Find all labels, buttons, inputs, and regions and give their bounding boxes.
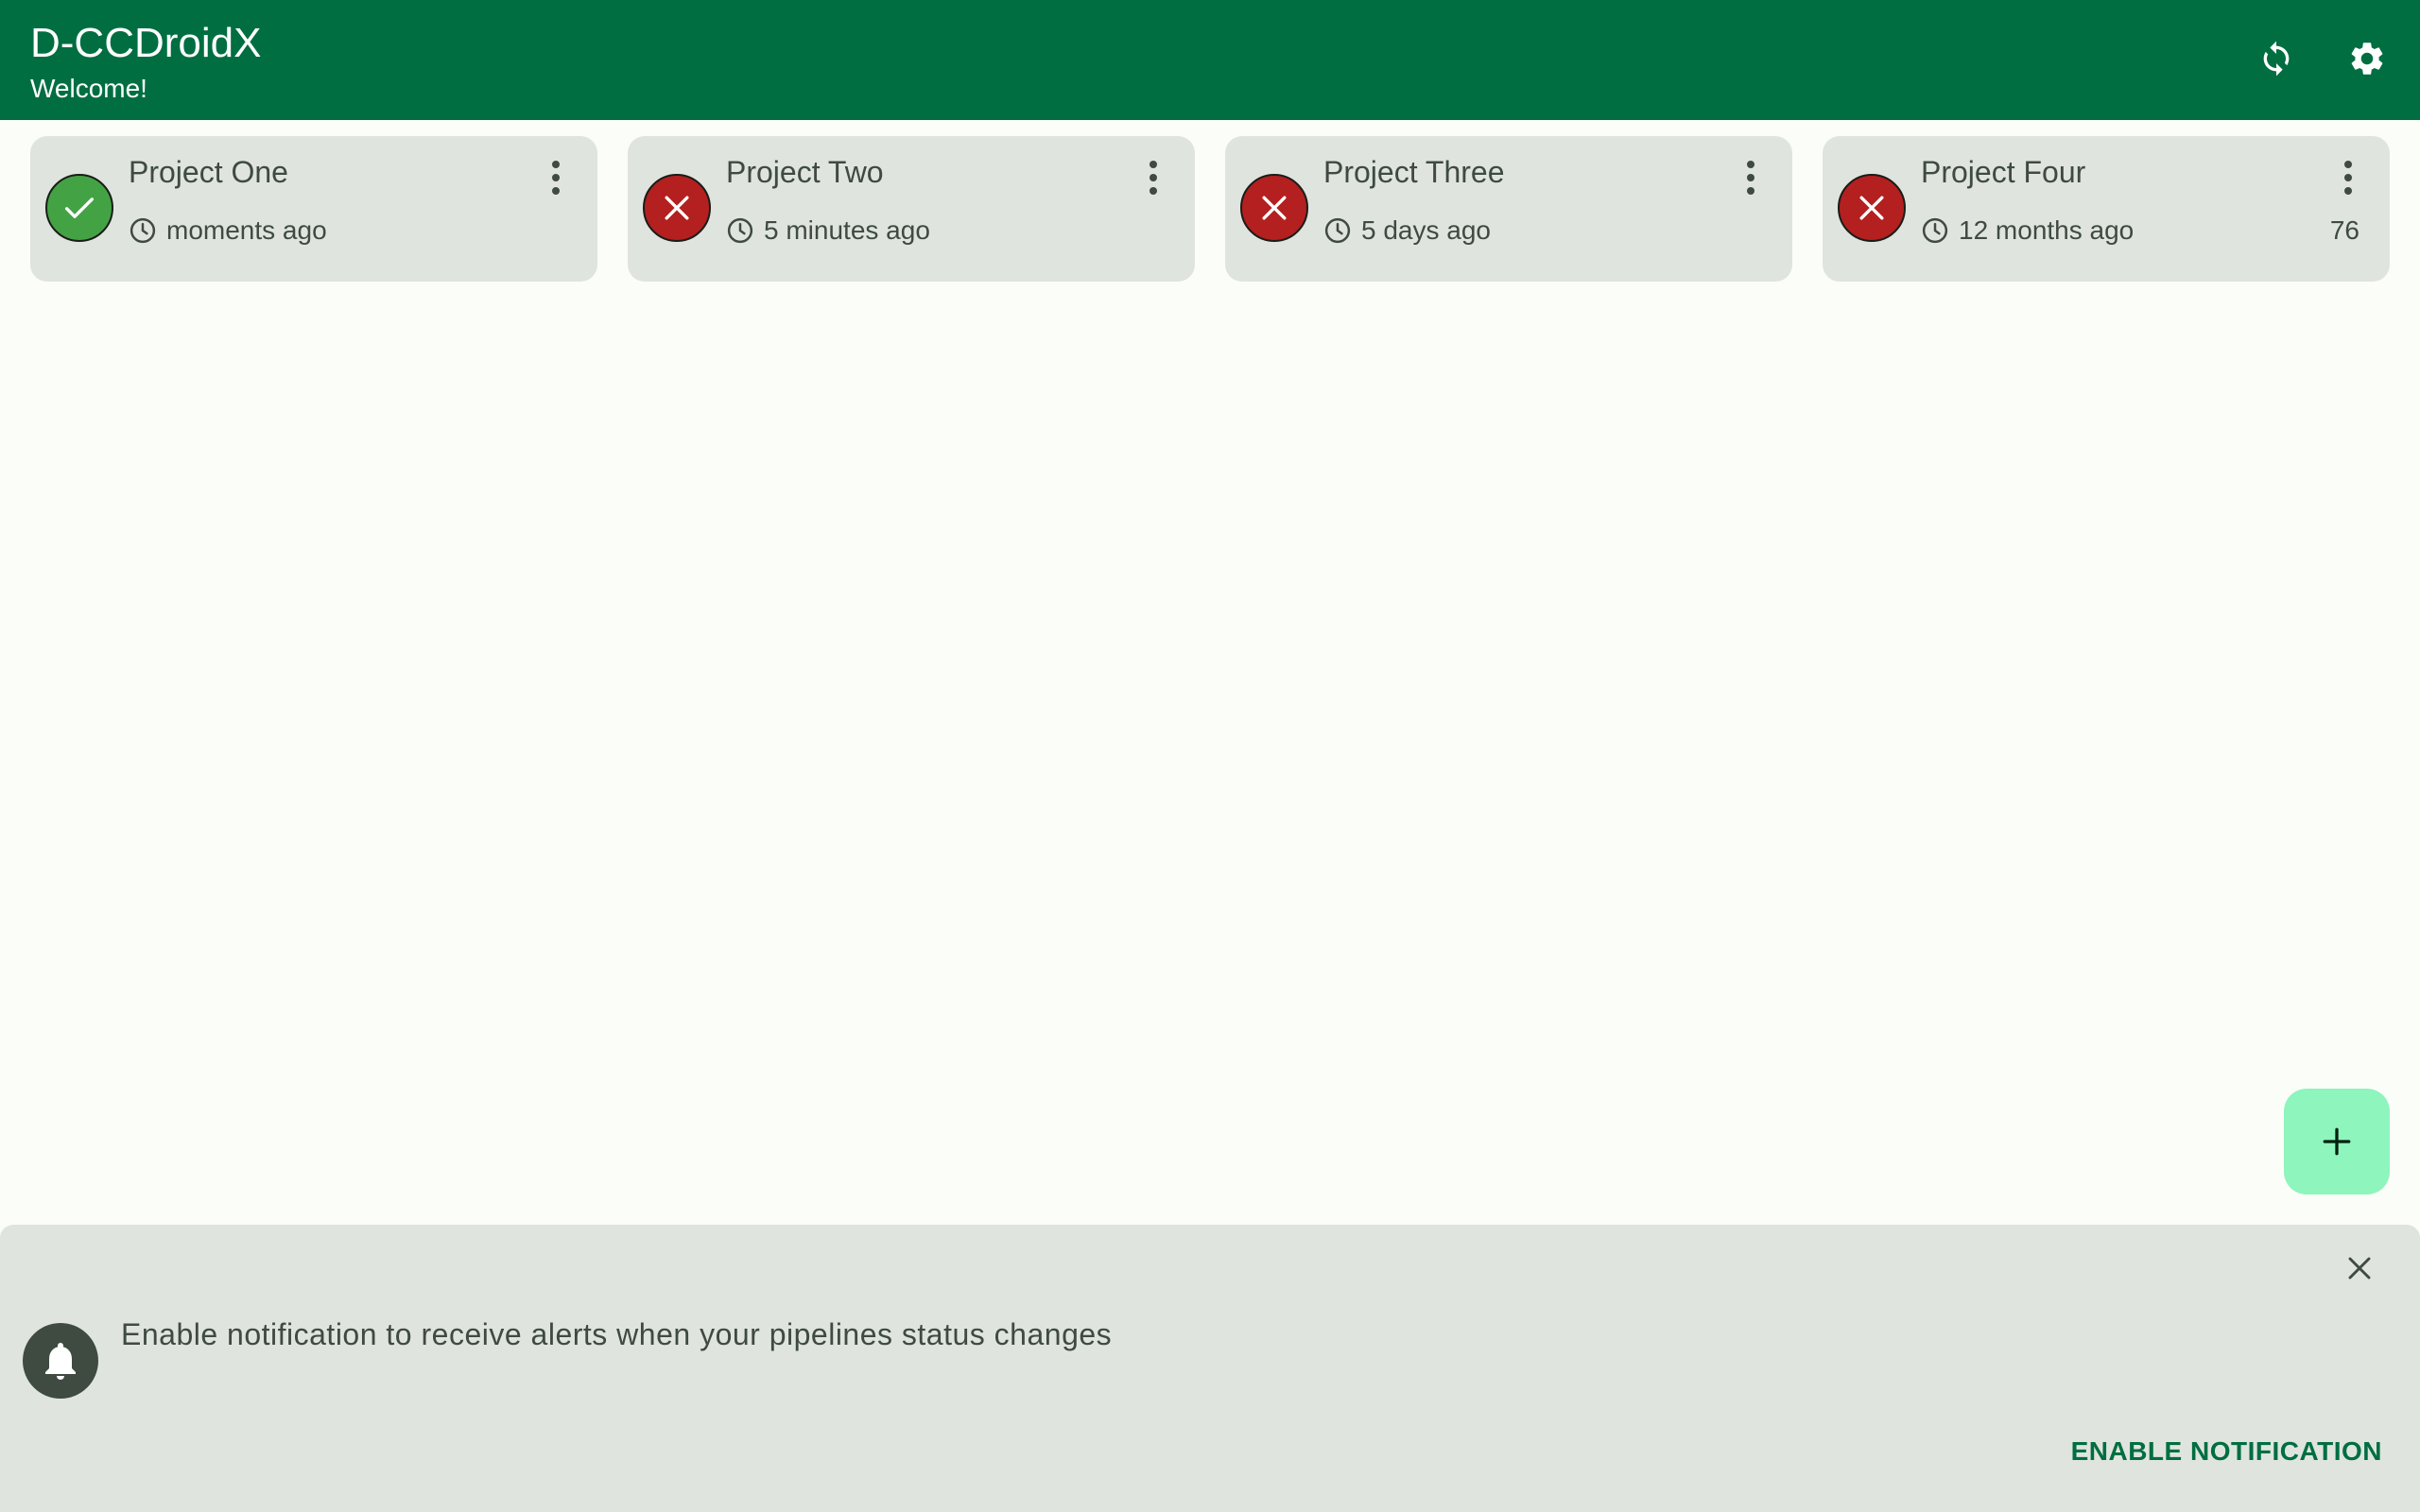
project-last-build: 5 minutes ago xyxy=(726,212,930,249)
project-last-build: 12 months ago xyxy=(1921,212,2134,249)
project-menu-button[interactable] xyxy=(1134,151,1172,204)
project-card[interactable]: Project Four 12 months ago 76 xyxy=(1823,136,2390,282)
project-time: 5 minutes ago xyxy=(764,215,930,245)
close-banner-button[interactable] xyxy=(2335,1244,2384,1293)
project-time: 12 months ago xyxy=(1959,215,2135,245)
clock-icon xyxy=(129,216,157,245)
project-menu-button[interactable] xyxy=(2329,151,2367,204)
app-subtitle: Welcome! xyxy=(30,74,147,103)
status-failed-indicator xyxy=(643,174,711,242)
refresh-button[interactable] xyxy=(2246,30,2307,91)
app-title: D-CCDroidX xyxy=(30,20,262,66)
project-count: 76 xyxy=(2329,215,2360,245)
project-time: moments ago xyxy=(166,215,327,245)
clock-icon xyxy=(726,216,754,245)
project-last-build: 5 days ago xyxy=(1323,212,1491,249)
project-card[interactable]: Project One moments ago xyxy=(30,136,597,282)
project-card[interactable]: Project Three 5 days ago xyxy=(1225,136,1792,282)
project-last-build: moments ago xyxy=(129,212,327,249)
more-vert-icon xyxy=(1150,161,1157,195)
project-name: Project One xyxy=(129,155,288,189)
add-project-button[interactable] xyxy=(2284,1089,2390,1194)
cross-icon xyxy=(665,196,689,220)
bell-icon xyxy=(23,1323,98,1399)
notification-message: Enable notification to receive alerts wh… xyxy=(121,1317,1113,1351)
app-bar: D-CCDroidX Welcome! xyxy=(0,0,2420,120)
settings-icon xyxy=(2347,39,2387,83)
enable-notification-button[interactable]: ENABLE NOTIFICATION xyxy=(2071,1433,2382,1470)
more-vert-icon xyxy=(552,161,560,195)
more-vert-icon xyxy=(1747,161,1754,195)
status-failed-indicator xyxy=(1240,174,1308,242)
clock-icon xyxy=(1921,216,1949,245)
close-icon xyxy=(2348,1257,2371,1280)
project-menu-button[interactable] xyxy=(1732,151,1770,204)
project-name: Project Two xyxy=(726,155,884,189)
check-icon xyxy=(65,198,95,218)
project-menu-button[interactable] xyxy=(537,151,575,204)
project-name: Project Three xyxy=(1323,155,1505,189)
project-name: Project Four xyxy=(1921,155,2086,189)
notification-banner: Enable notification to receive alerts wh… xyxy=(0,1225,2420,1512)
refresh-icon xyxy=(2257,40,2295,82)
more-vert-icon xyxy=(2344,161,2352,195)
settings-button[interactable] xyxy=(2337,30,2397,91)
plus-icon xyxy=(2323,1127,2351,1156)
project-time: 5 days ago xyxy=(1361,215,1491,245)
status-failed-indicator xyxy=(1838,174,1906,242)
cross-icon xyxy=(1859,196,1884,220)
cross-icon xyxy=(1262,196,1287,220)
status-success-indicator xyxy=(45,174,113,242)
project-card[interactable]: Project Two 5 minutes ago xyxy=(628,136,1195,282)
clock-icon xyxy=(1323,216,1352,245)
